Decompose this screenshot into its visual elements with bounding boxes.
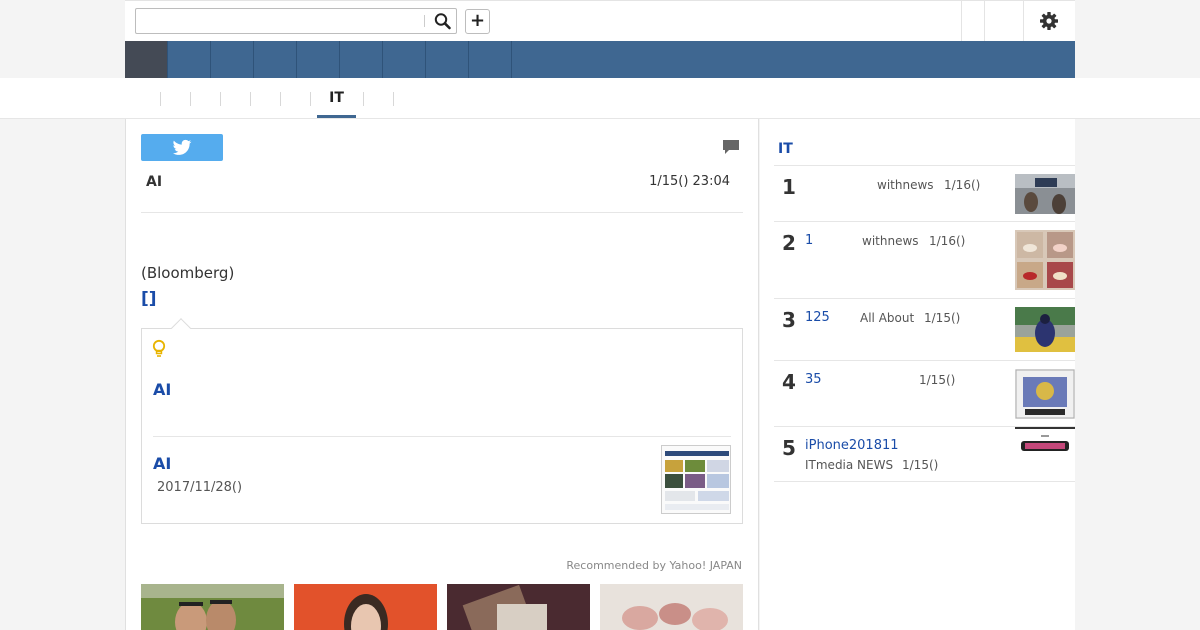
ranking-item[interactable]: 2 1 withnews 1/16() [774,221,1075,298]
ranking-number: 4 [782,370,796,394]
divider [153,436,731,437]
header-divider [961,1,962,41]
article-author: AI [146,174,163,190]
ranking-item[interactable]: 3 125 All About 1/15() [774,298,1075,360]
nav-item[interactable] [426,41,469,78]
sub-nav-divider [310,92,311,106]
related-item-title[interactable]: AI [153,454,171,473]
nav-item-top[interactable] [125,41,168,78]
recommended-thumbnail[interactable] [600,584,743,630]
ranking-item[interactable]: 1 withnews 1/16() [774,165,1075,221]
ranking-source: withnews [862,234,919,248]
recommended-label: Recommended by Yahoo! JAPAN [566,559,742,572]
tweet-button[interactable] [141,134,223,161]
article-source: (Bloomberg) [141,264,235,282]
ranking-item[interactable]: 5 iPhone201811 ITmedia NEWS 1/15() [774,426,1075,481]
twitter-icon [173,139,192,155]
sub-nav-divider [220,92,221,106]
article-main: AI 1/15() 23:04 (Bloomberg) [] AI AI 201… [125,119,759,630]
ranking-title-text[interactable]: 125 [805,310,830,325]
recommended-thumbnail[interactable] [447,584,590,630]
ranking-thumbnail[interactable] [1015,174,1075,214]
comment-icon[interactable] [722,139,740,155]
header-divider [984,1,985,41]
header-divider [1023,1,1024,41]
ranking-number: 1 [782,175,796,199]
search-button[interactable] [431,11,455,31]
ranking-title: IT [778,141,793,157]
top-bar-inner: + [125,0,1075,41]
recommended-thumbnail[interactable] [294,584,437,630]
nav-item[interactable] [211,41,254,78]
gear-icon [1040,12,1058,30]
nav-item[interactable] [469,41,512,78]
ranking-number: 5 [782,436,796,460]
ranking-number: 2 [782,231,796,255]
ranking-number: 3 [782,308,796,332]
source-link[interactable]: [] [141,289,157,309]
ranking-title-text[interactable]: 35 [805,372,822,387]
sub-nav-divider [250,92,251,106]
ranking-date: 1/15() [924,311,961,325]
recommended-thumbnail[interactable] [141,584,284,630]
ranking-title-text[interactable]: 1 [805,233,813,248]
ranking-source: All About [860,311,915,325]
ranking-source: withnews [877,178,934,192]
sub-nav-divider [160,92,161,106]
top-bar: + [0,0,1200,41]
related-box: AI AI 2017/11/28() [141,328,743,524]
related-item-thumbnail[interactable] [661,445,731,514]
lightbulb-icon [152,339,166,359]
ranking-thumbnail[interactable] [1015,427,1075,459]
ranking-sidebar: IT 1 withnews 1/16() 2 1 withnews 1/16() [760,119,1075,630]
add-button[interactable]: + [465,9,490,34]
nav-item[interactable] [383,41,426,78]
ranking-thumbnail[interactable] [1015,307,1075,352]
article-datetime: 1/15() 23:04 [649,174,730,189]
tab-it[interactable]: IT [317,90,356,106]
ranking-thumbnail[interactable] [1015,369,1075,419]
ranking-source: ITmedia NEWS [805,458,894,472]
ranking-date: 1/15() [902,458,939,472]
nav-item[interactable] [340,41,383,78]
ranking-date: 1/15() [919,373,956,387]
speech-bubble-icon [723,140,739,154]
sub-nav [0,78,1200,119]
nav-item[interactable] [254,41,297,78]
ranking-date: 1/16() [929,234,966,248]
sub-nav-divider [280,92,281,106]
search-icon [434,13,451,30]
ranking-thumbnail[interactable] [1015,230,1075,290]
related-item-date: 2017/11/28() [157,480,243,495]
sub-nav-divider [190,92,191,106]
category-nav [125,41,1075,78]
ranking-date: 1/16() [944,178,981,192]
nav-item[interactable] [297,41,340,78]
sub-nav-divider [393,92,394,106]
nav-item[interactable] [168,41,211,78]
related-item-title[interactable]: AI [153,380,171,399]
search-input[interactable] [135,8,457,34]
settings-button[interactable] [1038,10,1060,32]
divider [141,212,743,213]
search-divider [424,15,425,27]
ranking-item[interactable]: 4 35 1/15() [774,360,1075,426]
ranking-title-text[interactable]: iPhone201811 [805,438,899,453]
divider [774,481,1075,482]
sub-nav-divider [363,92,364,106]
